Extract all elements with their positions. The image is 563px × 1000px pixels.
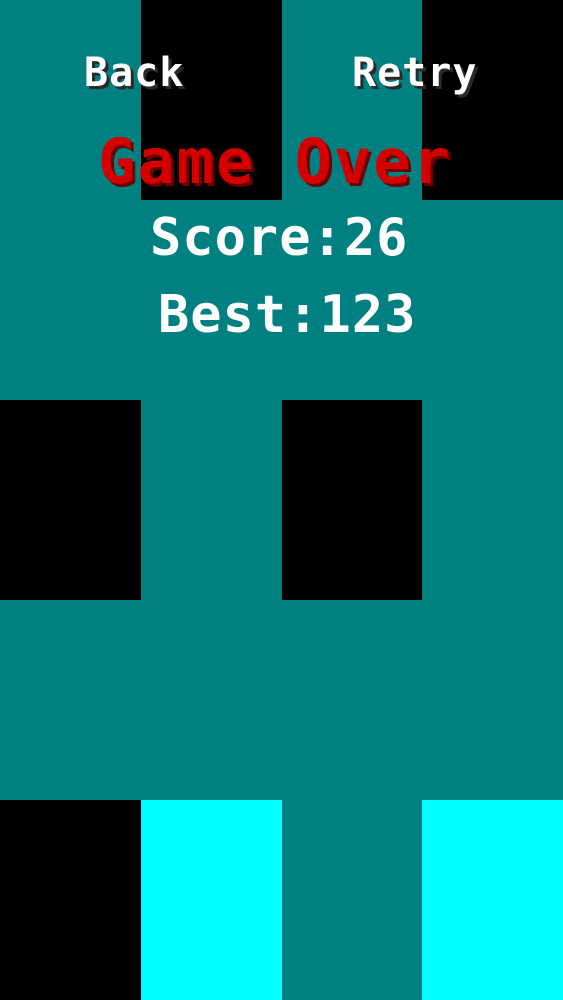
back-button[interactable]: Back xyxy=(84,50,184,96)
game-over-title: Game Over xyxy=(98,125,452,198)
score-text: Score:26 xyxy=(150,208,409,268)
best-score-text: Best:123 xyxy=(158,285,417,345)
game-screen: Back Retry Game Over Score:26 Best:123 xyxy=(0,0,563,1000)
black-tile xyxy=(282,400,422,600)
tapped-tile xyxy=(422,800,563,1000)
black-tile xyxy=(0,800,141,1000)
black-tile xyxy=(0,400,141,600)
retry-button[interactable]: Retry xyxy=(352,50,477,96)
tapped-tile xyxy=(141,800,282,1000)
